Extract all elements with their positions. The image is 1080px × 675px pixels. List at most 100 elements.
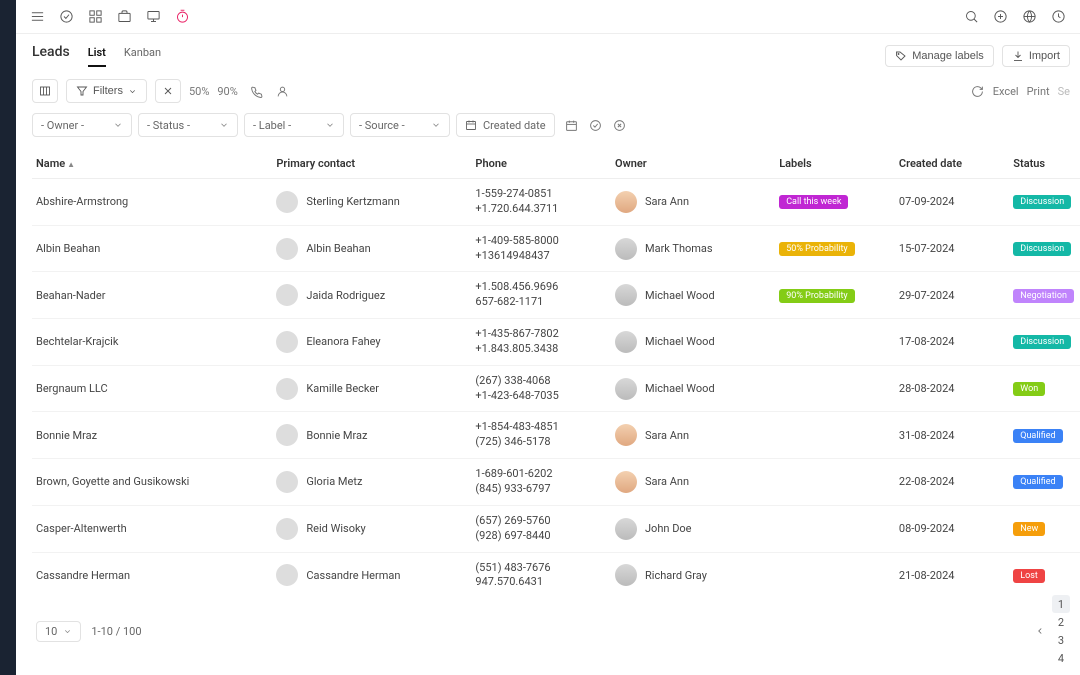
apply-date-icon[interactable] — [589, 118, 603, 132]
table-row[interactable]: Bergnaum LLCKamille Becker(267) 338-4068… — [32, 365, 1080, 412]
cell-label — [773, 459, 893, 506]
table-row[interactable]: Cassandre HermanCassandre Herman(551) 48… — [32, 552, 1080, 587]
date-range-end-icon[interactable] — [565, 118, 579, 132]
cell-label: 90% Probability — [773, 272, 893, 319]
label-badge: 90% Probability — [779, 289, 854, 303]
status-badge: Negotiation — [1013, 289, 1074, 303]
cell-created: 28-08-2024 — [893, 365, 1007, 412]
menu-icon[interactable] — [30, 9, 45, 24]
table-row[interactable]: Brown, Goyette and GusikowskiGloria Metz… — [32, 459, 1080, 506]
avatar — [276, 191, 298, 213]
monitor-icon[interactable] — [146, 9, 161, 24]
table-row[interactable]: Casper-AltenwerthReid Wisoky(657) 269-57… — [32, 505, 1080, 552]
plus-circle-icon[interactable] — [993, 9, 1008, 24]
cell-owner: Mark Thomas — [609, 225, 773, 272]
tab-kanban[interactable]: Kanban — [124, 46, 161, 67]
clear-date-icon[interactable] — [613, 118, 627, 132]
tab-list[interactable]: List — [88, 46, 106, 67]
filter-chip-90[interactable]: 90% — [217, 85, 237, 98]
cell-name: Beahan-Nader — [32, 272, 270, 319]
search-hint[interactable]: Se — [1058, 85, 1070, 98]
avatar — [276, 564, 298, 586]
cell-created: 22-08-2024 — [893, 459, 1007, 506]
avatar — [615, 378, 637, 400]
table-row[interactable]: Bonnie MrazBonnie Mraz+1-854-483-4851(72… — [32, 412, 1080, 459]
manage-labels-label: Manage labels — [912, 50, 984, 62]
cell-label — [773, 412, 893, 459]
status-filter[interactable]: - Status - — [138, 113, 238, 137]
clock-icon[interactable] — [1051, 9, 1066, 24]
status-badge: Qualified — [1013, 429, 1062, 443]
col-owner[interactable]: Owner — [609, 149, 773, 179]
label-filter[interactable]: - Label - — [244, 113, 344, 137]
filter-chip-50[interactable]: 50% — [189, 85, 209, 98]
date-range-start[interactable]: Created date — [456, 113, 555, 137]
manage-labels-button[interactable]: Manage labels — [885, 45, 994, 67]
table-row[interactable]: Abshire-ArmstrongSterling Kertzmann1-559… — [32, 179, 1080, 226]
col-phone[interactable]: Phone — [469, 149, 609, 179]
cell-name: Bechtelar-Krajcik — [32, 319, 270, 366]
col-name[interactable]: Name▲ — [32, 149, 270, 179]
filters-button[interactable]: Filters — [66, 79, 147, 103]
cell-owner: Sara Ann — [609, 179, 773, 226]
cell-owner: Sara Ann — [609, 412, 773, 459]
cell-owner: Sara Ann — [609, 459, 773, 506]
cell-contact: Cassandre Herman — [270, 552, 469, 587]
avatar — [276, 284, 298, 306]
print-button[interactable]: Print — [1027, 85, 1050, 98]
grid-icon[interactable] — [88, 9, 103, 24]
col-status[interactable]: Status — [1007, 149, 1080, 179]
briefcase-icon[interactable] — [117, 9, 132, 24]
page-1[interactable]: 1 — [1052, 595, 1070, 613]
import-button[interactable]: Import — [1002, 45, 1070, 67]
table-row[interactable]: Albin BeahanAlbin Beahan+1-409-585-8000+… — [32, 225, 1080, 272]
page-2[interactable]: 2 — [1052, 613, 1070, 631]
cell-status: Discussion — [1007, 179, 1080, 226]
avatar — [615, 518, 637, 540]
export-excel[interactable]: Excel — [993, 85, 1019, 98]
cell-status: Lost — [1007, 552, 1080, 587]
page-3[interactable]: 3 — [1052, 631, 1070, 649]
cell-name: Casper-Altenwerth — [32, 505, 270, 552]
search-icon[interactable] — [964, 9, 979, 24]
cell-phone: 1-689-601-6202(845) 933-6797 — [469, 459, 609, 506]
col-primary-contact[interactable]: Primary contact — [270, 149, 469, 179]
cell-contact: Albin Beahan — [270, 225, 469, 272]
cell-label — [773, 365, 893, 412]
cell-status: Negotiation — [1007, 272, 1080, 319]
cell-created: 29-07-2024 — [893, 272, 1007, 319]
avatar — [276, 238, 298, 260]
timer-icon[interactable] — [175, 9, 190, 24]
cell-status: New — [1007, 505, 1080, 552]
table-row[interactable]: Bechtelar-KrajcikEleanora Fahey+1-435-86… — [32, 319, 1080, 366]
cell-owner: Richard Gray — [609, 552, 773, 587]
table-row[interactable]: Beahan-NaderJaida Rodriguez+1.508.456.96… — [32, 272, 1080, 319]
avatar — [615, 471, 637, 493]
col-created-date[interactable]: Created date — [893, 149, 1007, 179]
cell-label — [773, 552, 893, 587]
owner-filter[interactable]: - Owner - — [32, 113, 132, 137]
pagination: 1234 — [1031, 595, 1070, 667]
col-labels[interactable]: Labels — [773, 149, 893, 179]
status-badge: Discussion — [1013, 335, 1071, 349]
cell-contact: Jaida Rodriguez — [270, 272, 469, 319]
cell-created: 08-09-2024 — [893, 505, 1007, 552]
page-prev[interactable] — [1031, 622, 1049, 640]
source-filter[interactable]: - Source - — [350, 113, 450, 137]
avatar — [276, 331, 298, 353]
phone-icon[interactable] — [250, 84, 264, 98]
sort-icon: ▲ — [67, 160, 75, 169]
cell-owner: Michael Wood — [609, 272, 773, 319]
columns-button[interactable] — [32, 79, 58, 103]
cell-status: Qualified — [1007, 412, 1080, 459]
cell-created: 21-08-2024 — [893, 552, 1007, 587]
page-size-select[interactable]: 10 — [36, 621, 81, 642]
globe-icon[interactable] — [1022, 9, 1037, 24]
user-icon[interactable] — [276, 84, 290, 98]
clear-filter-button[interactable] — [155, 79, 181, 103]
refresh-icon[interactable] — [971, 84, 985, 98]
page-4[interactable]: 4 — [1052, 649, 1070, 667]
cell-contact: Eleanora Fahey — [270, 319, 469, 366]
cell-owner: Michael Wood — [609, 319, 773, 366]
check-circle-icon[interactable] — [59, 9, 74, 24]
